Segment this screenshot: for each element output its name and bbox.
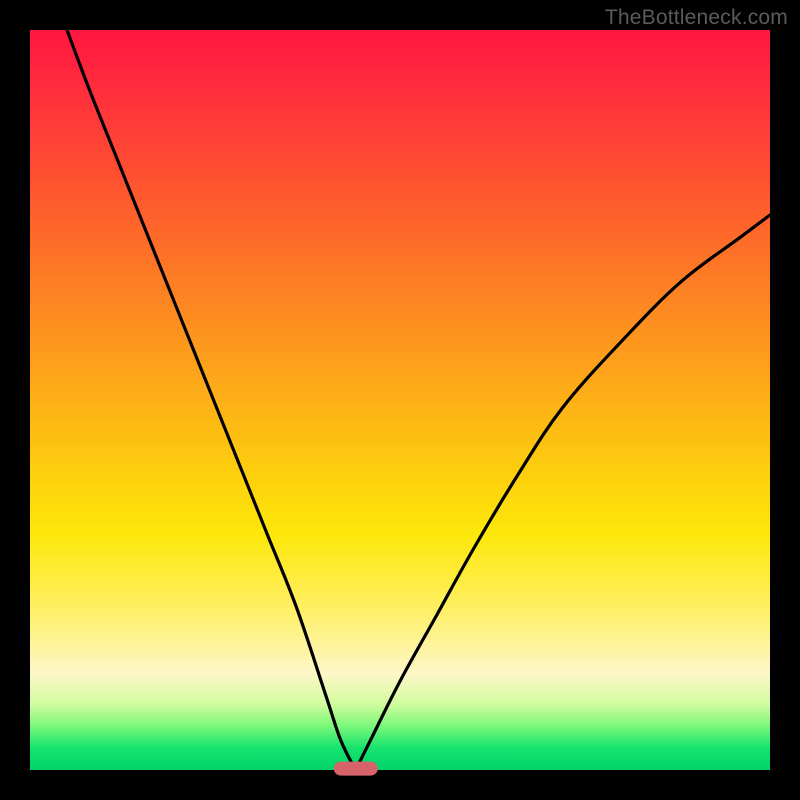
curve-right bbox=[356, 215, 770, 770]
curve-left bbox=[67, 30, 356, 770]
curve-layer bbox=[30, 30, 770, 770]
plot-area bbox=[30, 30, 770, 770]
watermark-text: TheBottleneck.com bbox=[605, 6, 788, 30]
chart-frame: TheBottleneck.com bbox=[0, 0, 800, 800]
trough-marker bbox=[333, 762, 377, 776]
